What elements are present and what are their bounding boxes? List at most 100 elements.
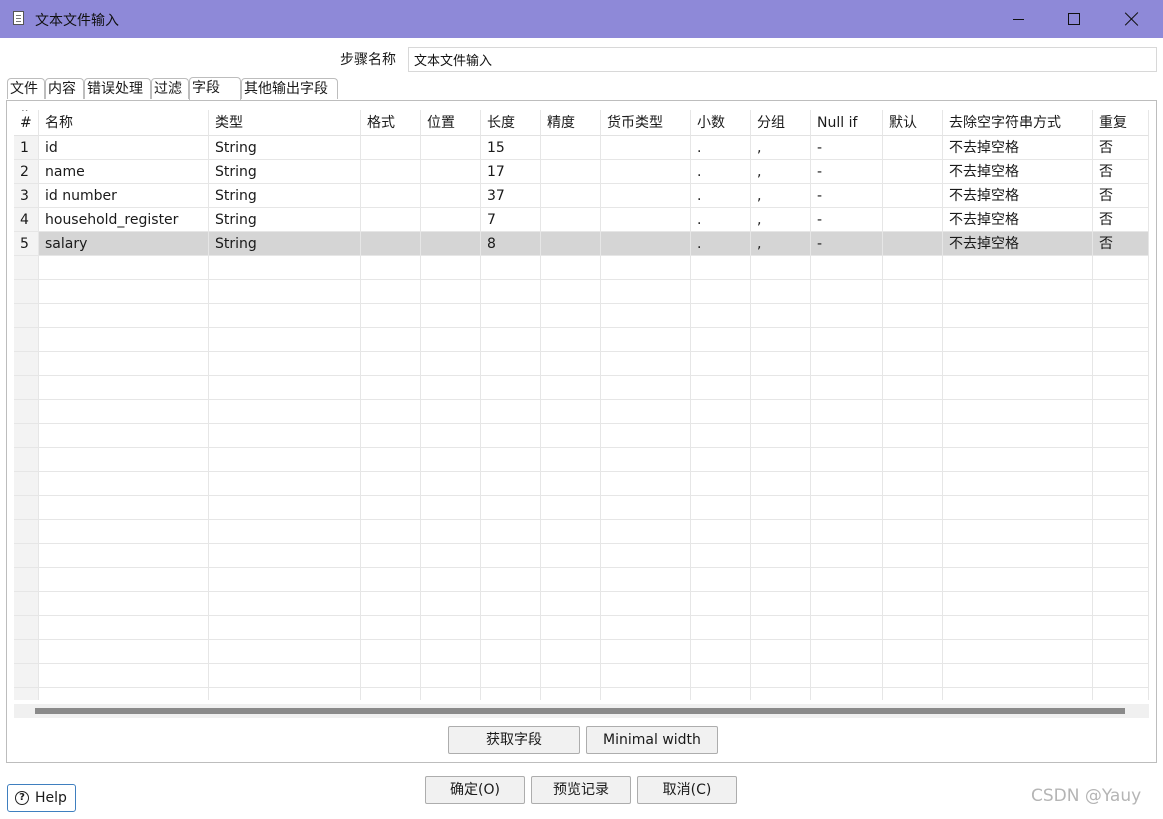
cell-group[interactable] [751,280,811,304]
cell-currency[interactable] [601,400,691,424]
cell-group[interactable] [751,376,811,400]
cell-length[interactable] [481,616,541,640]
cell-default[interactable] [883,424,943,448]
cell-group[interactable] [751,616,811,640]
cell-format[interactable] [361,544,421,568]
column-header-default[interactable]: 默认 [883,110,943,136]
cell-currency[interactable] [601,160,691,184]
empty-table-row[interactable] [14,328,1149,352]
cell-trim-type[interactable] [943,328,1093,352]
cell-null-if[interactable] [811,664,883,688]
column-header-length[interactable]: 长度 [481,110,541,136]
table-row[interactable]: 5 salary String 8., - 不去掉空格否 [14,232,1149,256]
cell-decimal[interactable] [691,352,751,376]
cell-precision[interactable] [541,376,601,400]
empty-table-row[interactable] [14,496,1149,520]
empty-table-row[interactable] [14,640,1149,664]
cell-length[interactable] [481,592,541,616]
cell-precision[interactable] [541,304,601,328]
cell-repeat[interactable] [1093,472,1149,496]
cell-format[interactable] [361,688,421,700]
cell-name[interactable] [39,592,209,616]
cell-length[interactable]: 8 [481,232,541,256]
cell-type[interactable]: String [209,136,361,160]
cell-precision[interactable] [541,232,601,256]
cell-type[interactable] [209,400,361,424]
cell-default[interactable] [883,376,943,400]
cell-currency[interactable] [601,616,691,640]
cell-decimal[interactable] [691,400,751,424]
cell-length[interactable] [481,688,541,700]
cell-position[interactable] [421,688,481,700]
cell-length[interactable] [481,520,541,544]
cell-type[interactable] [209,616,361,640]
cell-length[interactable] [481,568,541,592]
cell-currency[interactable] [601,496,691,520]
column-header-currency[interactable]: 货币类型 [601,110,691,136]
cell-null-if[interactable] [811,544,883,568]
cell-position[interactable] [421,136,481,160]
cell-trim-type[interactable] [943,256,1093,280]
cell-repeat[interactable] [1093,304,1149,328]
cell-position[interactable] [421,496,481,520]
cell-default[interactable] [883,472,943,496]
cell-name[interactable] [39,400,209,424]
cell-name[interactable] [39,616,209,640]
cell-length[interactable] [481,640,541,664]
cell-null-if[interactable] [811,616,883,640]
cell-position[interactable] [421,592,481,616]
cell-name[interactable] [39,424,209,448]
cell-currency[interactable] [601,352,691,376]
column-header-trim-type[interactable]: 去除空字符串方式 [943,110,1093,136]
cell-precision[interactable] [541,160,601,184]
cell-name[interactable] [39,352,209,376]
cell-default[interactable] [883,520,943,544]
cell-format[interactable] [361,640,421,664]
cell-length[interactable] [481,424,541,448]
cell-decimal[interactable] [691,328,751,352]
column-header-name[interactable]: 名称 [39,110,209,136]
cell-length[interactable] [481,664,541,688]
cell-group[interactable]: , [751,136,811,160]
cell-repeat[interactable]: 否 [1093,136,1149,160]
cell-precision[interactable] [541,280,601,304]
cell-repeat[interactable] [1093,328,1149,352]
cell-default[interactable] [883,496,943,520]
cell-null-if[interactable] [811,496,883,520]
cell-null-if[interactable] [811,304,883,328]
cell-name[interactable] [39,280,209,304]
horizontal-scrollbar[interactable] [14,704,1149,718]
cancel-button[interactable]: 取消(C) [637,776,737,804]
cell-format[interactable] [361,592,421,616]
cell-precision[interactable] [541,208,601,232]
scrollbar-thumb[interactable] [35,708,1125,714]
tab-fields[interactable]: 字段 [189,77,241,100]
empty-table-row[interactable] [14,424,1149,448]
tab-error-handling[interactable]: 错误处理 [84,78,151,99]
cell-name[interactable] [39,376,209,400]
empty-table-row[interactable] [14,472,1149,496]
cell-type[interactable] [209,688,361,700]
cell-name[interactable] [39,544,209,568]
tab-file[interactable]: 文件 [7,78,45,99]
cell-name[interactable]: household_register [39,208,209,232]
cell-repeat[interactable] [1093,256,1149,280]
cell-precision[interactable] [541,448,601,472]
cell-position[interactable] [421,400,481,424]
cell-position[interactable] [421,352,481,376]
cell-repeat[interactable] [1093,496,1149,520]
cell-default[interactable] [883,568,943,592]
table-row[interactable]: 3 id number String 37., - 不去掉空格否 [14,184,1149,208]
cell-repeat[interactable]: 否 [1093,160,1149,184]
cell-currency[interactable] [601,136,691,160]
cell-repeat[interactable] [1093,280,1149,304]
cell-position[interactable] [421,304,481,328]
cell-position[interactable] [421,160,481,184]
cell-format[interactable] [361,424,421,448]
cell-precision[interactable] [541,256,601,280]
cell-name[interactable] [39,664,209,688]
cell-position[interactable] [421,424,481,448]
cell-length[interactable] [481,256,541,280]
cell-group[interactable] [751,664,811,688]
empty-table-row[interactable] [14,304,1149,328]
